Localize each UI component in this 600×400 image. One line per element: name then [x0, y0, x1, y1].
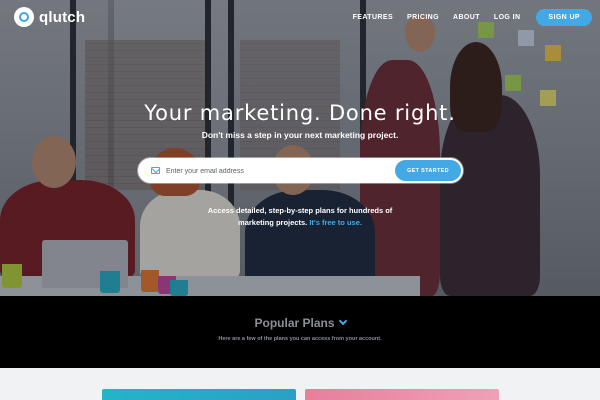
get-started-button[interactable]: GET STARTED [395, 160, 461, 181]
plan-card[interactable] [102, 389, 296, 400]
hero-description: Access detailed, step-by-step plans for … [0, 205, 600, 229]
mail-icon [151, 167, 160, 174]
hero-description-text: marketing projects. [238, 218, 308, 227]
email-input[interactable] [166, 164, 396, 178]
free-to-use-link[interactable]: It's free to use. [309, 218, 362, 227]
logo[interactable]: qlutch [14, 7, 85, 27]
popular-plans-heading[interactable]: Popular Plans [0, 316, 600, 330]
signup-button[interactable]: SIGN UP [536, 9, 592, 26]
nav-link-login[interactable]: LOG IN [494, 14, 521, 21]
popular-plans-section: Popular Plans Here are a few of the plan… [0, 296, 600, 368]
hero-description-line: Access detailed, step-by-step plans for … [207, 206, 393, 215]
hero-description-line: marketing projects. It's free to use. [0, 217, 600, 229]
nav-links: FEATURES PRICING ABOUT LOG IN SIGN UP [353, 9, 592, 26]
hero-title: Your marketing. Done right. [144, 101, 456, 125]
hero-overlay [0, 0, 600, 296]
logo-text: qlutch [39, 8, 86, 26]
nav-link-pricing[interactable]: PRICING [407, 14, 439, 21]
chevron-down-icon[interactable] [338, 316, 347, 326]
hero-subtitle: Don't miss a step in your next marketing… [201, 130, 399, 140]
nav-link-features[interactable]: FEATURES [353, 14, 393, 21]
hero-section: qlutch FEATURES PRICING ABOUT LOG IN SIG… [0, 0, 600, 296]
popular-plans-subtitle: Here are a few of the plans you can acce… [218, 336, 382, 342]
top-nav: qlutch FEATURES PRICING ABOUT LOG IN SIG… [0, 0, 600, 34]
logo-icon [14, 7, 34, 27]
nav-link-about[interactable]: ABOUT [453, 14, 480, 21]
plan-card[interactable] [305, 389, 499, 400]
popular-plans-title: Popular Plans [254, 316, 335, 330]
plans-list [0, 368, 600, 400]
email-signup-form: GET STARTED [138, 158, 463, 183]
